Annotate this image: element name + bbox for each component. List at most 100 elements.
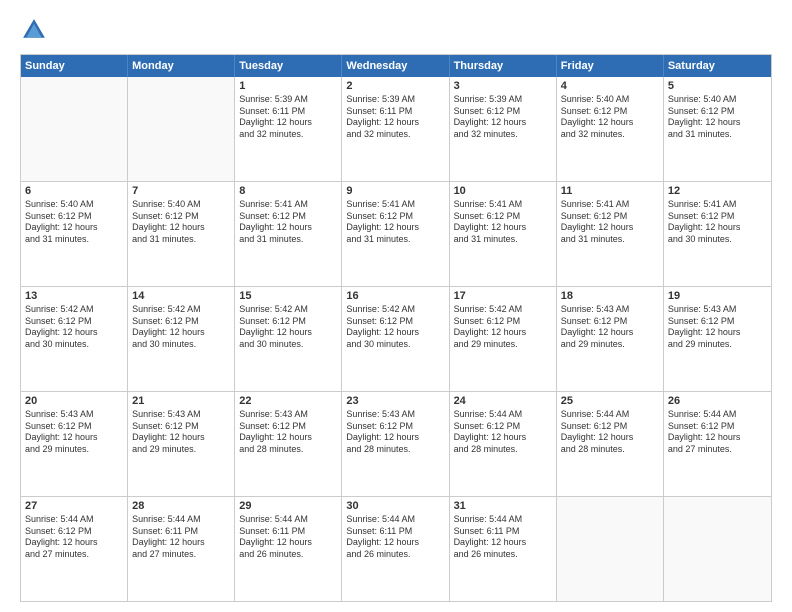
calendar-cell xyxy=(557,497,664,601)
calendar-row: 13 Sunrise: 5:42 AM Sunset: 6:12 PM Dayli… xyxy=(21,286,771,391)
day-number: 28 xyxy=(132,500,230,512)
calendar-cell: 29 Sunrise: 5:44 AM Sunset: 6:11 PM Dayli… xyxy=(235,497,342,601)
calendar-cell xyxy=(128,77,235,181)
calendar-cell: 9 Sunrise: 5:41 AM Sunset: 6:12 PM Daylig… xyxy=(342,182,449,286)
day-number: 3 xyxy=(454,80,552,92)
day-number: 22 xyxy=(239,395,337,407)
cell-info: Sunrise: 5:44 AM Sunset: 6:12 PM Dayligh… xyxy=(454,409,552,456)
page: SundayMondayTuesdayWednesdayThursdayFrid… xyxy=(0,0,792,612)
day-number: 20 xyxy=(25,395,123,407)
cell-info: Sunrise: 5:44 AM Sunset: 6:11 PM Dayligh… xyxy=(346,514,444,561)
calendar: SundayMondayTuesdayWednesdayThursdayFrid… xyxy=(20,54,772,602)
calendar-cell: 27 Sunrise: 5:44 AM Sunset: 6:12 PM Dayli… xyxy=(21,497,128,601)
cell-info: Sunrise: 5:43 AM Sunset: 6:12 PM Dayligh… xyxy=(25,409,123,456)
calendar-cell: 20 Sunrise: 5:43 AM Sunset: 6:12 PM Dayli… xyxy=(21,392,128,496)
calendar-cell: 22 Sunrise: 5:43 AM Sunset: 6:12 PM Dayli… xyxy=(235,392,342,496)
cell-info: Sunrise: 5:40 AM Sunset: 6:12 PM Dayligh… xyxy=(668,94,767,141)
calendar-cell: 15 Sunrise: 5:42 AM Sunset: 6:12 PM Dayli… xyxy=(235,287,342,391)
calendar-cell: 21 Sunrise: 5:43 AM Sunset: 6:12 PM Dayli… xyxy=(128,392,235,496)
calendar-cell: 16 Sunrise: 5:42 AM Sunset: 6:12 PM Dayli… xyxy=(342,287,449,391)
day-number: 7 xyxy=(132,185,230,197)
cell-info: Sunrise: 5:44 AM Sunset: 6:12 PM Dayligh… xyxy=(25,514,123,561)
cal-header-cell: Wednesday xyxy=(342,55,449,77)
day-number: 23 xyxy=(346,395,444,407)
calendar-cell: 3 Sunrise: 5:39 AM Sunset: 6:12 PM Daylig… xyxy=(450,77,557,181)
cell-info: Sunrise: 5:42 AM Sunset: 6:12 PM Dayligh… xyxy=(239,304,337,351)
day-number: 21 xyxy=(132,395,230,407)
cell-info: Sunrise: 5:43 AM Sunset: 6:12 PM Dayligh… xyxy=(346,409,444,456)
calendar-cell: 23 Sunrise: 5:43 AM Sunset: 6:12 PM Dayli… xyxy=(342,392,449,496)
cell-info: Sunrise: 5:41 AM Sunset: 6:12 PM Dayligh… xyxy=(668,199,767,246)
cell-info: Sunrise: 5:44 AM Sunset: 6:11 PM Dayligh… xyxy=(132,514,230,561)
day-number: 29 xyxy=(239,500,337,512)
logo-icon xyxy=(20,16,48,44)
cal-header-cell: Thursday xyxy=(450,55,557,77)
day-number: 18 xyxy=(561,290,659,302)
calendar-cell: 30Sunrise: 5:44 AM Sunset: 6:11 PM Dayli… xyxy=(342,497,449,601)
day-number: 9 xyxy=(346,185,444,197)
day-number: 8 xyxy=(239,185,337,197)
calendar-cell: 17 Sunrise: 5:42 AM Sunset: 6:12 PM Dayli… xyxy=(450,287,557,391)
day-number: 27 xyxy=(25,500,123,512)
calendar-cell: 26 Sunrise: 5:44 AM Sunset: 6:12 PM Dayli… xyxy=(664,392,771,496)
day-number: 25 xyxy=(561,395,659,407)
calendar-cell xyxy=(664,497,771,601)
calendar-cell: 19 Sunrise: 5:43 AM Sunset: 6:12 PM Dayli… xyxy=(664,287,771,391)
day-number: 14 xyxy=(132,290,230,302)
cell-info: Sunrise: 5:44 AM Sunset: 6:11 PM Dayligh… xyxy=(239,514,337,561)
day-number: 15 xyxy=(239,290,337,302)
cell-info: Sunrise: 5:41 AM Sunset: 6:12 PM Dayligh… xyxy=(561,199,659,246)
calendar-cell: 12 Sunrise: 5:41 AM Sunset: 6:12 PM Dayli… xyxy=(664,182,771,286)
calendar-cell xyxy=(21,77,128,181)
calendar-row: 27 Sunrise: 5:44 AM Sunset: 6:12 PM Dayli… xyxy=(21,496,771,601)
cell-info: Sunrise: 5:42 AM Sunset: 6:12 PM Dayligh… xyxy=(25,304,123,351)
day-number: 26 xyxy=(668,395,767,407)
day-number: 17 xyxy=(454,290,552,302)
cell-info: Sunrise: 5:41 AM Sunset: 6:12 PM Dayligh… xyxy=(454,199,552,246)
cell-info: Sunrise: 5:44 AM Sunset: 6:11 PM Dayligh… xyxy=(454,514,552,561)
cell-info: Sunrise: 5:40 AM Sunset: 6:12 PM Dayligh… xyxy=(132,199,230,246)
day-number: 11 xyxy=(561,185,659,197)
cell-info: Sunrise: 5:39 AM Sunset: 6:11 PM Dayligh… xyxy=(346,94,444,141)
cell-info: Sunrise: 5:43 AM Sunset: 6:12 PM Dayligh… xyxy=(668,304,767,351)
cell-info: Sunrise: 5:43 AM Sunset: 6:12 PM Dayligh… xyxy=(561,304,659,351)
cell-info: Sunrise: 5:44 AM Sunset: 6:12 PM Dayligh… xyxy=(668,409,767,456)
cell-info: Sunrise: 5:41 AM Sunset: 6:12 PM Dayligh… xyxy=(346,199,444,246)
cell-info: Sunrise: 5:39 AM Sunset: 6:11 PM Dayligh… xyxy=(239,94,337,141)
calendar-cell: 13 Sunrise: 5:42 AM Sunset: 6:12 PM Dayli… xyxy=(21,287,128,391)
calendar-row: 1 Sunrise: 5:39 AM Sunset: 6:11 PM Daylig… xyxy=(21,77,771,181)
cal-header-cell: Saturday xyxy=(664,55,771,77)
day-number: 19 xyxy=(668,290,767,302)
calendar-cell: 8Sunrise: 5:41 AM Sunset: 6:12 PM Daylig… xyxy=(235,182,342,286)
calendar-cell: 25 Sunrise: 5:44 AM Sunset: 6:12 PM Dayli… xyxy=(557,392,664,496)
cell-info: Sunrise: 5:42 AM Sunset: 6:12 PM Dayligh… xyxy=(454,304,552,351)
calendar-row: 6 Sunrise: 5:40 AM Sunset: 6:12 PM Daylig… xyxy=(21,181,771,286)
cell-info: Sunrise: 5:43 AM Sunset: 6:12 PM Dayligh… xyxy=(132,409,230,456)
calendar-cell: 14 Sunrise: 5:42 AM Sunset: 6:12 PM Dayli… xyxy=(128,287,235,391)
day-number: 5 xyxy=(668,80,767,92)
calendar-cell: 2Sunrise: 5:39 AM Sunset: 6:11 PM Daylig… xyxy=(342,77,449,181)
calendar-cell: 5 Sunrise: 5:40 AM Sunset: 6:12 PM Daylig… xyxy=(664,77,771,181)
cal-header-cell: Monday xyxy=(128,55,235,77)
day-number: 13 xyxy=(25,290,123,302)
cell-info: Sunrise: 5:43 AM Sunset: 6:12 PM Dayligh… xyxy=(239,409,337,456)
cell-info: Sunrise: 5:42 AM Sunset: 6:12 PM Dayligh… xyxy=(346,304,444,351)
calendar-cell: 18 Sunrise: 5:43 AM Sunset: 6:12 PM Dayli… xyxy=(557,287,664,391)
day-number: 16 xyxy=(346,290,444,302)
day-number: 12 xyxy=(668,185,767,197)
cal-header-cell: Sunday xyxy=(21,55,128,77)
day-number: 6 xyxy=(25,185,123,197)
calendar-cell: 24 Sunrise: 5:44 AM Sunset: 6:12 PM Dayli… xyxy=(450,392,557,496)
cell-info: Sunrise: 5:42 AM Sunset: 6:12 PM Dayligh… xyxy=(132,304,230,351)
calendar-cell: 28 Sunrise: 5:44 AM Sunset: 6:11 PM Dayli… xyxy=(128,497,235,601)
calendar-cell: 10 Sunrise: 5:41 AM Sunset: 6:12 PM Dayli… xyxy=(450,182,557,286)
calendar-body: 1 Sunrise: 5:39 AM Sunset: 6:11 PM Daylig… xyxy=(21,77,771,601)
calendar-cell: 31Sunrise: 5:44 AM Sunset: 6:11 PM Dayli… xyxy=(450,497,557,601)
day-number: 10 xyxy=(454,185,552,197)
header xyxy=(20,16,772,44)
cell-info: Sunrise: 5:44 AM Sunset: 6:12 PM Dayligh… xyxy=(561,409,659,456)
day-number: 1 xyxy=(239,80,337,92)
calendar-row: 20 Sunrise: 5:43 AM Sunset: 6:12 PM Dayli… xyxy=(21,391,771,496)
cell-info: Sunrise: 5:39 AM Sunset: 6:12 PM Dayligh… xyxy=(454,94,552,141)
day-number: 24 xyxy=(454,395,552,407)
